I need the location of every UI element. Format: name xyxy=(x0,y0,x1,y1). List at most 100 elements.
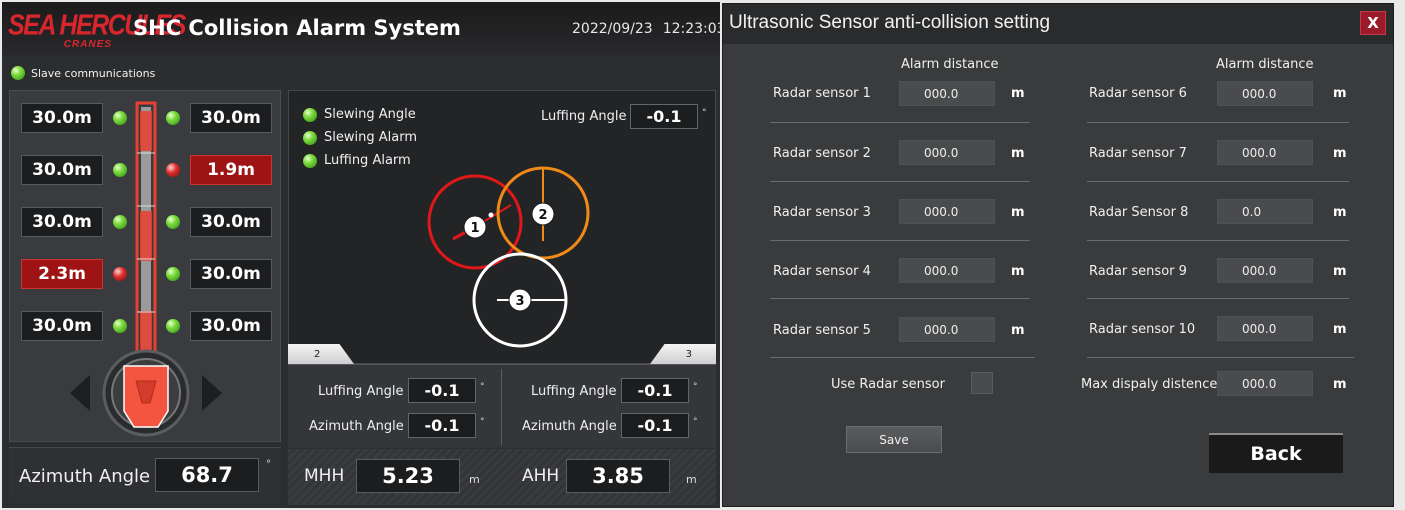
radar-sensor-5-label: Radar sensor 5 xyxy=(773,323,871,338)
crane-2-azimuth-label: Azimuth Angle xyxy=(309,419,404,434)
crane-1-hook-dot xyxy=(488,212,494,218)
row-separator xyxy=(1087,298,1349,299)
azimuth-panel: Azimuth Angle 68.7 ° xyxy=(9,447,281,503)
crane-1-marker-label: 1 xyxy=(470,221,479,236)
radar-view: Slewing Angle Slewing Alarm Luffing Alar… xyxy=(288,90,716,364)
radar-sensor-6-input[interactable]: 000.0 xyxy=(1217,81,1313,106)
radar-sensor-9-input[interactable]: 000.0 xyxy=(1217,258,1313,283)
sensor-led-left-1-icon xyxy=(113,111,127,125)
crane-positions-plot: 1 2 3 xyxy=(427,166,590,348)
crane-2-azimuth-unit: ° xyxy=(480,417,485,427)
crane-3-luffing-value: -0.1 xyxy=(621,378,689,403)
ahh-unit: m xyxy=(686,473,697,486)
rotate-left-arrow-icon[interactable] xyxy=(70,375,90,411)
radar-sensor-2-input[interactable]: 000.0 xyxy=(899,140,995,165)
crane-2-marker-label: 2 xyxy=(538,208,547,223)
ahh-value: 3.85 xyxy=(566,459,670,493)
radar-sensor-1-label: Radar sensor 1 xyxy=(773,86,871,101)
slave-communications-label: Slave communications xyxy=(31,66,156,80)
row-separator xyxy=(770,181,1030,182)
crane-3-luffing-unit: ° xyxy=(693,382,698,392)
ahh-label: AHH xyxy=(522,466,560,486)
logo-subtitle: CRANES xyxy=(63,39,112,50)
radar-sensor-6-label: Radar sensor 6 xyxy=(1089,86,1187,101)
crane-angles-panel: Luffing Angle -0.1 ° Azimuth Angle -0.1 … xyxy=(288,364,716,448)
alarm-distance-header-left: Alarm distance xyxy=(901,57,999,72)
radar-sensor-1-input[interactable]: 000.0 xyxy=(899,81,995,106)
use-radar-sensor-label: Use Radar sensor xyxy=(831,377,945,392)
status-led-icon xyxy=(11,66,25,80)
azimuth-label: Azimuth Angle xyxy=(19,466,151,487)
sensor-led-right-5-icon xyxy=(166,319,180,333)
sensor-led-right-1-icon xyxy=(166,111,180,125)
radar-sensor-2-label: Radar sensor 2 xyxy=(773,146,871,161)
sensor-led-left-3-icon xyxy=(113,215,127,229)
sensor-led-right-2-icon xyxy=(166,163,180,177)
radar-sensor-9-unit: m xyxy=(1333,264,1347,279)
crane-3-azimuth-value: -0.1 xyxy=(621,413,689,438)
radar-sensor-4-input[interactable]: 000.0 xyxy=(899,258,995,283)
crane-2-luffing-unit: ° xyxy=(480,382,485,392)
datetime-display: 2022/09/23 12:23:03 xyxy=(572,21,720,37)
radar-sensor-5-input[interactable]: 000.0 xyxy=(899,317,995,342)
sensor-distance-right-1: 30.0m xyxy=(190,103,272,133)
sensor-distance-right-4: 30.0m xyxy=(190,259,272,289)
crane-3-marker-label: 3 xyxy=(515,294,524,309)
sensor-distance-left-1: 30.0m xyxy=(21,103,103,133)
sensor-distance-right-5: 30.0m xyxy=(190,311,272,341)
sensor-led-right-3-icon xyxy=(166,215,180,229)
azimuth-unit: ° xyxy=(266,459,271,470)
use-radar-sensor-checkbox[interactable] xyxy=(971,372,993,394)
panel-divider xyxy=(501,369,502,445)
radar-sensor-6-unit: m xyxy=(1333,86,1347,101)
azimuth-value: 68.7 xyxy=(155,458,259,492)
collision-alarm-window: SEA HERCULES CRANES SHC Collision Alarm … xyxy=(2,2,720,508)
radar-sensor-10-unit: m xyxy=(1333,322,1347,337)
radar-sensor-7-unit: m xyxy=(1333,146,1347,161)
dialog-title-bar: Ultrasonic Sensor anti-collision setting… xyxy=(723,4,1393,44)
height-panel: MHH 5.23 m AHH 3.85 m xyxy=(288,449,716,505)
row-separator xyxy=(1087,181,1349,182)
close-button[interactable]: X xyxy=(1360,11,1386,35)
radar-sensor-4-unit: m xyxy=(1011,264,1025,279)
sensor-led-right-4-icon xyxy=(166,267,180,281)
sensor-led-left-2-icon xyxy=(113,163,127,177)
radar-sensor-3-unit: m xyxy=(1011,205,1025,220)
time-text: 12:23:03 xyxy=(662,21,720,37)
radar-sensor-1-unit: m xyxy=(1011,86,1025,101)
brand-logo: SEA HERCULES CRANES xyxy=(8,9,186,51)
max-display-distance-input[interactable]: 000.0 xyxy=(1217,371,1313,396)
dialog-title: Ultrasonic Sensor anti-collision setting xyxy=(729,12,1051,33)
alarm-distance-header-right: Alarm distance xyxy=(1216,57,1314,72)
sensor-settings-dialog: Ultrasonic Sensor anti-collision setting… xyxy=(722,3,1394,507)
boom-segment-3 xyxy=(140,211,152,261)
row-separator xyxy=(770,240,1030,241)
radar-sensor-4-label: Radar sensor 4 xyxy=(773,264,871,279)
rotate-right-arrow-icon[interactable] xyxy=(202,375,222,411)
app-title: SHC Collision Alarm System xyxy=(133,16,461,40)
mhh-value: 5.23 xyxy=(356,459,460,493)
back-button[interactable]: Back xyxy=(1209,433,1343,473)
sensor-led-left-4-icon xyxy=(113,267,127,281)
radar-sensor-7-input[interactable]: 000.0 xyxy=(1217,140,1313,165)
radar-sensor-8-label: Radar Sensor 8 xyxy=(1089,205,1189,220)
radar-sensor-10-input[interactable]: 000.0 xyxy=(1217,316,1313,341)
radar-sensor-3-label: Radar sensor 3 xyxy=(773,205,871,220)
radar-sensor-3-input[interactable]: 000.0 xyxy=(899,199,995,224)
radar-sensor-8-unit: m xyxy=(1333,205,1347,220)
slave-communications-status: Slave communications xyxy=(11,66,155,80)
sensor-distance-right-3: 30.0m xyxy=(190,207,272,237)
mhh-label: MHH xyxy=(304,466,345,486)
sensor-led-left-5-icon xyxy=(113,319,127,333)
max-display-distance-label: Max dispaly distence xyxy=(1081,377,1218,392)
header-bar: SEA HERCULES CRANES SHC Collision Alarm … xyxy=(2,2,720,56)
crane-3-luffing-label: Luffing Angle xyxy=(531,384,617,399)
crane-3-azimuth-label: Azimuth Angle xyxy=(522,419,617,434)
save-button[interactable]: Save xyxy=(846,426,942,453)
crane-3-azimuth-unit: ° xyxy=(693,417,698,427)
row-separator xyxy=(1087,240,1349,241)
mhh-unit: m xyxy=(469,473,480,486)
radar-sensor-8-input[interactable]: 0.0 xyxy=(1217,199,1313,224)
sensor-panel: 30.0m 30.0m 30.0m 2.3m 30.0m 30.0m 1.9m … xyxy=(9,90,281,442)
row-separator xyxy=(1087,357,1354,358)
